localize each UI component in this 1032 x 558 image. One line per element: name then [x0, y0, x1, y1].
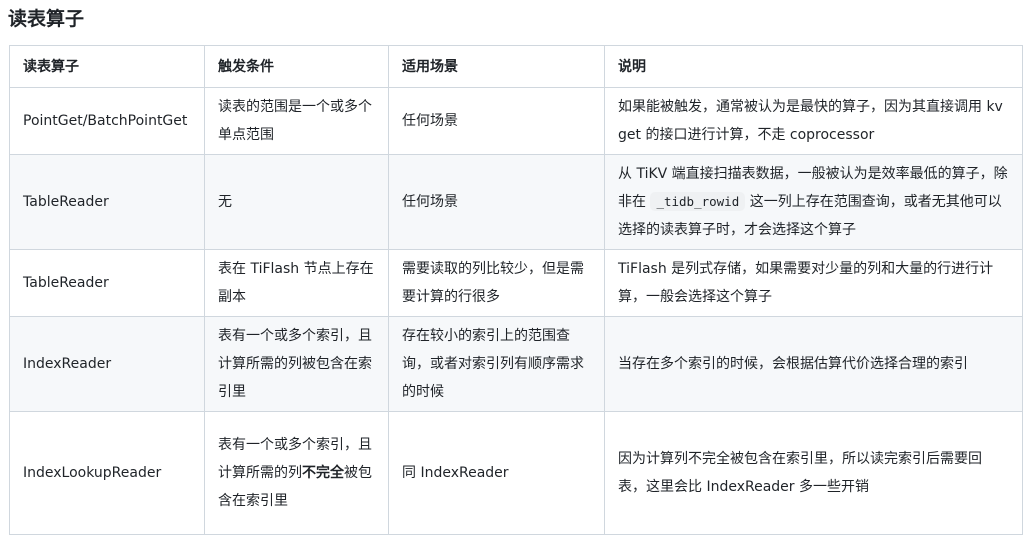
- cell-scenario: 任何场景: [388, 154, 605, 250]
- cell-description: 从 TiKV 端直接扫描表数据，一般被认为是效率最低的算子，除非在 _tidb_…: [604, 154, 1023, 250]
- table-row: IndexLookupReader 表有一个或多个索引，且计算所需的列不完全被包…: [9, 411, 1023, 535]
- table-row: PointGet/BatchPointGet 读表的范围是一个或多个单点范围 任…: [9, 87, 1023, 155]
- header-condition: 触发条件: [204, 45, 389, 88]
- cell-scenario: 同 IndexReader: [388, 411, 605, 535]
- table-row: IndexReader 表有一个或多个索引，且计算所需的列被包含在索引里 存在较…: [9, 316, 1023, 412]
- cell-condition: 表有一个或多个索引，且计算所需的列被包含在索引里: [204, 316, 389, 412]
- table-row: TableReader 无 任何场景 从 TiKV 端直接扫描表数据，一般被认为…: [9, 154, 1023, 250]
- operators-table: 读表算子 触发条件 适用场景 说明 PointGet/BatchPointGet…: [9, 45, 1023, 535]
- cell-description: 如果能被触发，通常被认为是最快的算子，因为其直接调用 kvget 的接口进行计算…: [604, 87, 1023, 155]
- cell-condition: 无: [204, 154, 389, 250]
- cell-condition: 读表的范围是一个或多个单点范围: [204, 87, 389, 155]
- cell-description: 因为计算列不完全被包含在索引里，所以读完索引后需要回表，这里会比 IndexRe…: [604, 411, 1023, 535]
- header-description: 说明: [604, 45, 1023, 88]
- inline-code: _tidb_rowid: [650, 192, 746, 211]
- header-operator: 读表算子: [9, 45, 205, 88]
- cell-scenario: 任何场景: [388, 87, 605, 155]
- header-scenario: 适用场景: [388, 45, 605, 88]
- page-title: 读表算子: [8, 8, 85, 30]
- cell-operator: PointGet/BatchPointGet: [9, 87, 205, 155]
- cell-operator: IndexLookupReader: [9, 411, 205, 535]
- cell-scenario: 需要读取的列比较少，但是需要计算的行很多: [388, 249, 605, 317]
- table-row: TableReader 表在 TiFlash 节点上存在副本 需要读取的列比较少…: [9, 249, 1023, 317]
- table-header-row: 读表算子 触发条件 适用场景 说明: [9, 45, 1023, 88]
- condition-emphasis: 不完全: [302, 465, 344, 481]
- cell-description: 当存在多个索引的时候，会根据估算代价选择合理的索引: [604, 316, 1023, 412]
- cell-operator: IndexReader: [9, 316, 205, 412]
- cell-condition: 表有一个或多个索引，且计算所需的列不完全被包含在索引里: [204, 411, 389, 535]
- cell-condition: 表在 TiFlash 节点上存在副本: [204, 249, 389, 317]
- cell-operator: TableReader: [9, 249, 205, 317]
- cell-operator: TableReader: [9, 154, 205, 250]
- cell-description: TiFlash 是列式存储，如果需要对少量的列和大量的行进行计算，一般会选择这个…: [604, 249, 1023, 317]
- cell-scenario: 存在较小的索引上的范围查询，或者对索引列有顺序需求的时候: [388, 316, 605, 412]
